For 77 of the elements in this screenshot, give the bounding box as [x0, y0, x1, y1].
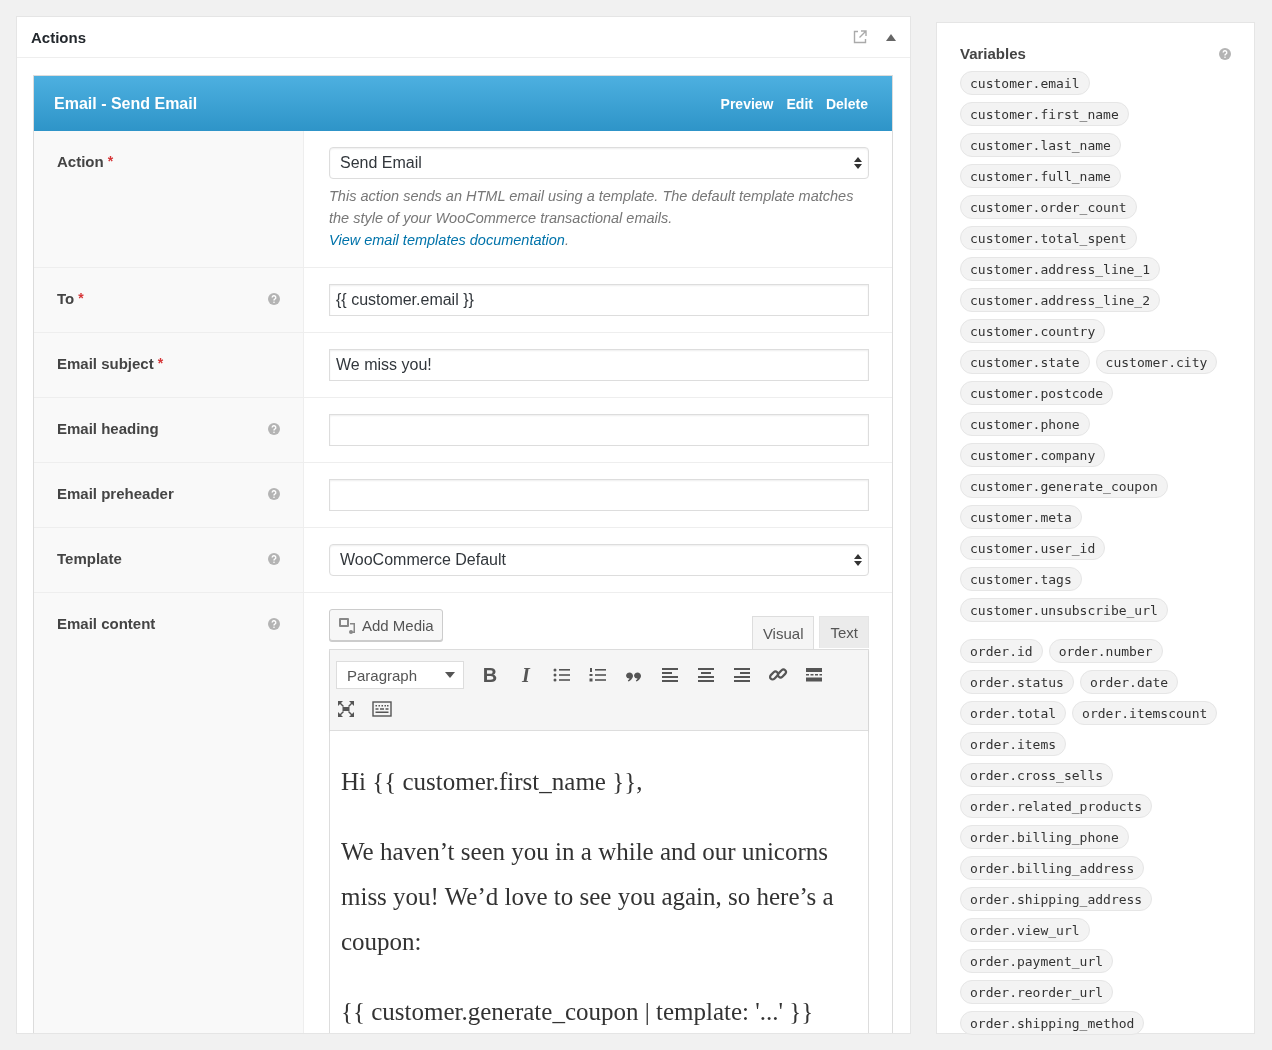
numbered-list-icon[interactable]	[588, 665, 608, 685]
field-label: Email subject	[57, 355, 154, 372]
variable-tag[interactable]: order.total	[960, 701, 1067, 725]
variable-tag[interactable]: order.related_products	[960, 794, 1153, 818]
variable-tag[interactable]: order.cross_sells	[960, 763, 1114, 787]
variable-tag[interactable]: customer.postcode	[960, 381, 1114, 405]
field-description: This action sends an HTML email using a template. The default template matches the style of your WooCommerce transactional emails. View email templates documentation.	[329, 187, 855, 250]
variable-tag[interactable]: customer.email	[960, 71, 1090, 95]
variable-tag[interactable]: order.shipping_method	[960, 1011, 1145, 1035]
variable-tag[interactable]: customer.address_line_1	[960, 257, 1160, 281]
field-label: To	[57, 290, 75, 307]
field-label: Email preheader	[57, 485, 174, 502]
panel-title: Variables	[960, 45, 1027, 62]
text-field[interactable]: {{ customer.email }}	[329, 284, 869, 316]
variable-tag[interactable]: customer.tags	[960, 567, 1082, 591]
field-label: Email heading	[57, 420, 159, 437]
variable-tag[interactable]: customer.address_line_2	[960, 288, 1160, 312]
content-paragraph: {{ customer.generate_coupon | template: '...' }}	[341, 997, 815, 1027]
media-icon	[338, 616, 356, 634]
read-more-icon[interactable]	[804, 665, 824, 685]
variable-tag[interactable]: order.date	[1079, 670, 1179, 694]
text-field[interactable]	[329, 479, 869, 511]
variable-tag[interactable]: order.id	[960, 639, 1043, 663]
content-paragraph: We haven’t seen you in a while and our unicorns miss you! We’d love to see you again, so here’s a coupon:	[341, 837, 835, 957]
variable-tag[interactable]: customer.total_spent	[960, 226, 1137, 250]
editor-tab[interactable]: Text	[819, 616, 869, 648]
variable-tag[interactable]: customer.city	[1095, 350, 1218, 374]
content-paragraph: Hi {{ customer.first_name }},	[341, 767, 644, 797]
updown-arrows-icon	[854, 554, 862, 566]
variable-tag[interactable]: customer.full_name	[960, 164, 1121, 188]
select-field[interactable]: Send Email	[329, 147, 869, 179]
keyboard-icon[interactable]	[372, 699, 392, 719]
bold-button[interactable]: B	[480, 663, 500, 687]
variable-tag[interactable]: customer.first_name	[960, 102, 1129, 126]
variable-tag[interactable]: customer.unsubscribe_url	[960, 598, 1168, 622]
collapse-arrow-icon[interactable]	[886, 32, 896, 42]
variable-tag[interactable]: customer.order_count	[960, 195, 1137, 219]
variable-tag[interactable]: customer.last_name	[960, 133, 1121, 157]
align-center-icon[interactable]	[696, 665, 716, 685]
variable-tag[interactable]: order.itemscount	[1072, 701, 1218, 725]
variable-tag[interactable]: customer.country	[960, 319, 1106, 343]
text-field[interactable]: We miss you!	[329, 349, 869, 381]
field-label: Email content	[57, 615, 156, 632]
field-label: Action	[57, 153, 104, 170]
align-right-icon[interactable]	[732, 665, 752, 685]
variable-tag[interactable]: order.number	[1048, 639, 1163, 663]
variable-tag[interactable]: order.status	[960, 670, 1074, 694]
format-select[interactable]: Paragraph	[336, 661, 464, 689]
variable-tag[interactable]: customer.phone	[960, 412, 1090, 436]
variable-tag[interactable]: customer.meta	[960, 505, 1082, 529]
required-mark: *	[107, 153, 114, 169]
variable-tag[interactable]: order.view_url	[960, 918, 1090, 942]
dropdown-caret-icon	[445, 672, 455, 678]
editor-tab[interactable]: Visual	[751, 616, 815, 649]
required-mark: *	[78, 290, 84, 306]
documentation-link[interactable]: View email templates documentation	[329, 232, 565, 248]
variable-tag[interactable]: order.payment_url	[960, 949, 1114, 973]
required-mark: *	[157, 355, 164, 371]
align-left-icon[interactable]	[660, 665, 680, 685]
add-media-button[interactable]: Add Media	[329, 609, 443, 641]
action-title: Email - Send Email	[54, 94, 199, 113]
variable-tag[interactable]: order.billing_phone	[960, 825, 1129, 849]
variable-tag[interactable]: customer.user_id	[960, 536, 1106, 560]
variable-tag[interactable]: customer.generate_coupon	[960, 474, 1168, 498]
text-field[interactable]	[329, 414, 869, 446]
expand-arrows-icon[interactable]	[336, 699, 356, 719]
updown-arrows-icon	[854, 157, 862, 169]
variable-tag[interactable]: customer.state	[960, 350, 1090, 374]
variable-tag[interactable]: order.billing_address	[960, 856, 1145, 880]
variable-tag[interactable]: order.items	[960, 732, 1067, 756]
select-field[interactable]: WooCommerce Default	[329, 544, 869, 576]
variable-tag[interactable]: order.shipping_address	[960, 887, 1153, 911]
panel-title: Actions	[31, 28, 87, 46]
italic-button[interactable]: I	[516, 663, 536, 687]
variable-tag[interactable]: order.reorder_url	[960, 980, 1114, 1004]
field-label: Template	[57, 550, 122, 567]
variable-tag[interactable]: customer.company	[960, 443, 1106, 467]
